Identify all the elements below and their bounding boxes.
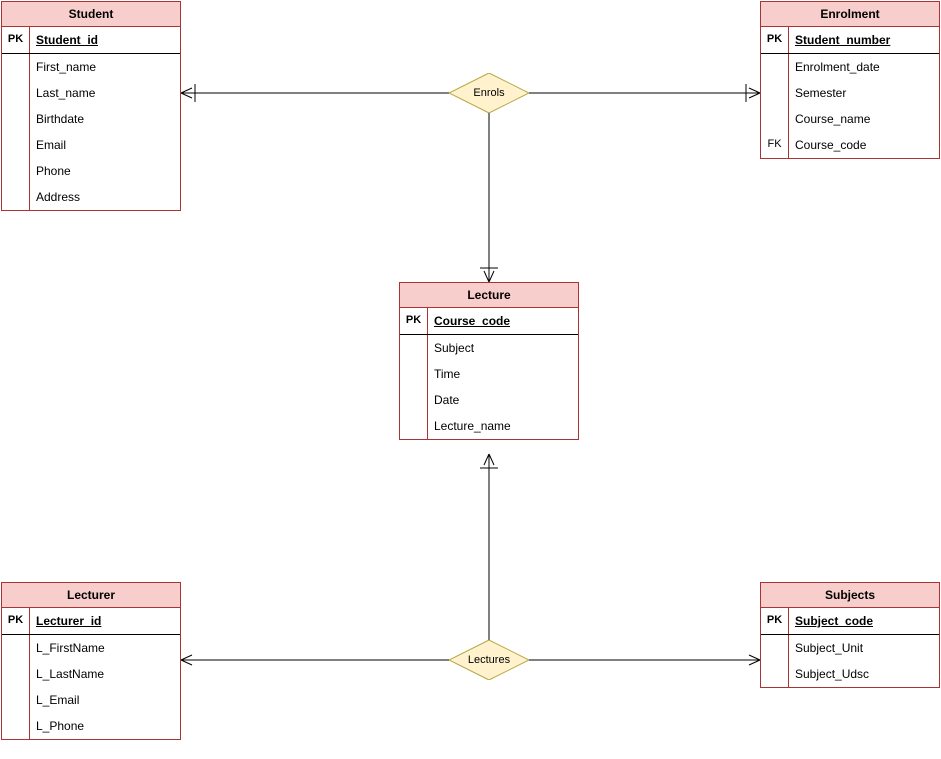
attr: First_name: [30, 54, 180, 80]
attr: Email: [30, 132, 180, 158]
relationship-lectures: Lectures: [449, 640, 529, 680]
pk-label: PK: [761, 608, 789, 634]
entity-title: Lecture: [400, 283, 578, 308]
fk-field: Course_code: [789, 132, 939, 158]
relationship-label: Enrols: [473, 87, 504, 99]
pk-label: PK: [2, 27, 30, 53]
entity-lecturer: Lecturer PK Lecturer_id L_FirstName L_La…: [1, 582, 181, 740]
attr: L_LastName: [30, 661, 180, 687]
attr: Course_name: [789, 106, 939, 132]
entity-subjects: Subjects PK Subject_code Subject_Unit Su…: [760, 582, 940, 688]
pk-field: Student_id: [30, 27, 180, 53]
entity-title: Student: [2, 2, 180, 27]
pk-field: Lecturer_id: [30, 608, 180, 634]
pk-field: Student_number: [789, 27, 939, 53]
attr: Address: [30, 184, 180, 210]
attr: L_Email: [30, 687, 180, 713]
entity-title: Enrolment: [761, 2, 939, 27]
attr: Semester: [789, 80, 939, 106]
relationship-enrols: Enrols: [449, 73, 529, 113]
pk-field: Course_code: [428, 308, 578, 334]
pk-label: PK: [761, 27, 789, 53]
entity-student: Student PK Student_id First_name Last_na…: [1, 1, 181, 211]
attr: L_Phone: [30, 713, 180, 739]
attr: Enrolment_date: [789, 54, 939, 80]
entity-enrolment: Enrolment PK Student_number Enrolment_da…: [760, 1, 940, 159]
pk-field: Subject_code: [789, 608, 939, 634]
attr: L_FirstName: [30, 635, 180, 661]
attr: Birthdate: [30, 106, 180, 132]
attr: Time: [428, 361, 578, 387]
pk-label: PK: [2, 608, 30, 634]
attr: Last_name: [30, 80, 180, 106]
attr: Lecture_name: [428, 413, 578, 439]
fk-label: FK: [761, 132, 789, 158]
attr: Date: [428, 387, 578, 413]
entity-lecture: Lecture PK Course_code Subject Time Date…: [399, 282, 579, 440]
relationship-label: Lectures: [468, 654, 510, 666]
attr: Subject_Udsc: [789, 661, 939, 687]
entity-title: Subjects: [761, 583, 939, 608]
attr: Subject: [428, 335, 578, 361]
attr: Phone: [30, 158, 180, 184]
attr: Subject_Unit: [789, 635, 939, 661]
pk-label: PK: [400, 308, 428, 334]
entity-title: Lecturer: [2, 583, 180, 608]
